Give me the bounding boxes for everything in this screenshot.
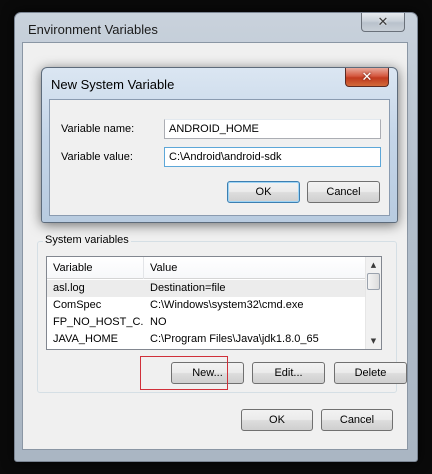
system-variables-list[interactable]: Variable Value asl.log Destination=file … [46,256,382,350]
delete-variable-button[interactable]: Delete [334,362,407,384]
close-icon: ✕ [361,69,373,85]
scrollbar-thumb[interactable] [367,273,380,290]
variable-name-input[interactable]: ANDROID_HOME [164,119,381,139]
variable-value-input[interactable]: C:\Android\android-sdk [164,147,381,167]
row-value: Destination=file [150,282,226,294]
close-icon: ✕ [377,14,389,30]
dialog-cancel-button[interactable]: Cancel [307,181,380,203]
scroll-up-icon[interactable]: ▲ [366,257,381,273]
group-title: System variables [43,234,131,246]
vertical-scrollbar[interactable]: ▲ ▼ [365,257,381,349]
dialog-client: Variable name: ANDROID_HOME Variable val… [49,99,390,216]
column-header-value[interactable]: Value [144,257,367,279]
scroll-down-icon[interactable]: ▼ [366,333,381,349]
table-row[interactable]: JAVA_HOME C:\Program Files\Java\jdk1.8.0… [47,331,367,348]
row-value: C:\Program Files\Java\jdk1.8.0_65 [150,333,319,345]
dialog-ok-button[interactable]: OK [227,181,300,203]
new-system-variable-dialog: New System Variable ✕ Variable name: AND… [41,67,398,223]
window-title: Environment Variables [28,22,158,37]
table-row[interactable]: asl.log Destination=file [47,280,367,297]
row-value: C:\Windows\system32\cmd.exe [150,299,304,311]
table-row[interactable]: ComSpec C:\Windows\system32\cmd.exe [47,297,367,314]
new-button-highlight [140,356,228,390]
ok-button[interactable]: OK [241,409,313,431]
row-variable: ComSpec [53,299,102,311]
row-variable: asl.log [53,282,85,294]
list-rows: asl.log Destination=file ComSpec C:\Wind… [47,280,367,348]
variable-name-label: Variable name: [61,123,135,135]
cancel-button[interactable]: Cancel [321,409,393,431]
edit-variable-button[interactable]: Edit... [252,362,325,384]
row-value: NO [150,316,167,328]
row-variable: JAVA_HOME [53,333,118,345]
row-variable: FP_NO_HOST_C... [53,316,144,328]
list-header: Variable Value [47,257,367,279]
dialog-title: New System Variable [51,77,175,92]
dialog-close-button[interactable]: ✕ [345,68,389,87]
env-window-close-button[interactable]: ✕ [361,13,405,32]
column-header-variable[interactable]: Variable [47,257,144,279]
variable-value-label: Variable value: [61,151,133,163]
table-row[interactable]: FP_NO_HOST_C... NO [47,314,367,331]
